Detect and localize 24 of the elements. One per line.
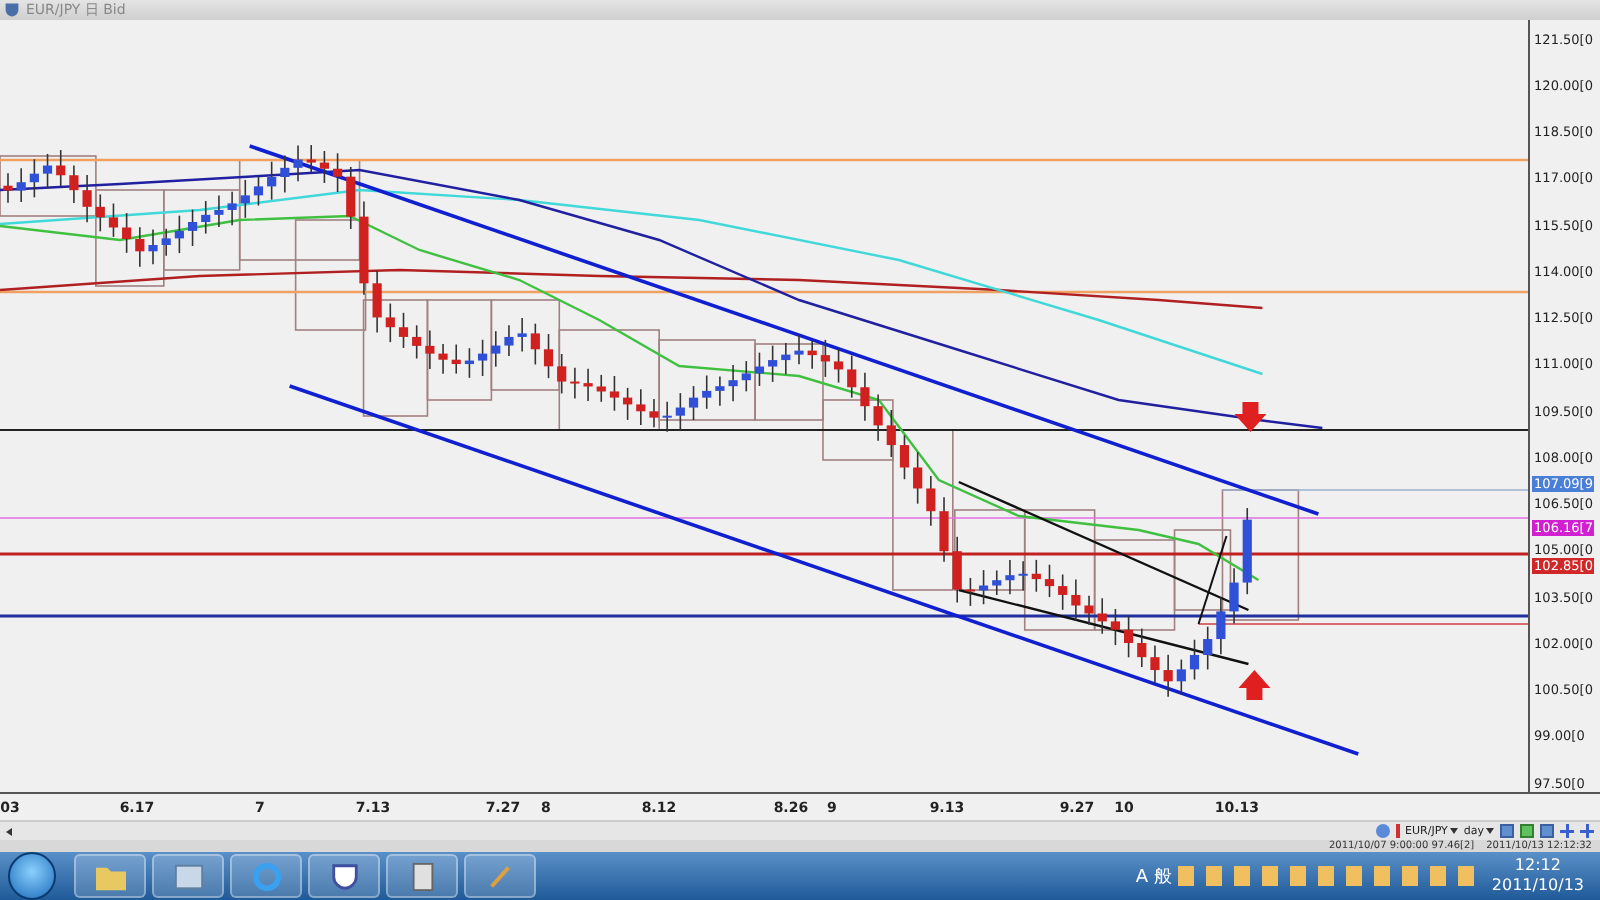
browser-icon (251, 861, 281, 892)
ime-indicator[interactable]: A 般 (1135, 863, 1172, 890)
taskbar-button[interactable] (152, 854, 224, 899)
clock[interactable]: 12:12 2011/10/13 (1483, 856, 1592, 897)
arrow-down-icon (1234, 401, 1267, 432)
clock-date: 2011/10/13 (1491, 876, 1584, 897)
start-button[interactable] (8, 852, 56, 900)
calculator-icon (407, 861, 437, 892)
taskbar-button[interactable] (74, 854, 146, 899)
taskbar-button[interactable] (386, 854, 458, 899)
taskbar-button[interactable] (230, 854, 302, 899)
taskbar-button[interactable] (308, 854, 380, 899)
clock-time: 12:12 (1514, 856, 1561, 877)
shield-icon (329, 861, 359, 892)
caret-icon (1486, 828, 1494, 835)
arrow-up-icon (1238, 669, 1271, 700)
caret-icon (1449, 828, 1458, 835)
window-icon[interactable] (1540, 824, 1554, 839)
window-icon (173, 861, 203, 892)
shield-icon (4, 1, 20, 18)
taskbar-button[interactable] (464, 854, 536, 899)
globe-icon[interactable] (1375, 824, 1390, 839)
tray-icons-drawing[interactable] (1177, 866, 1478, 887)
brush-icon (485, 861, 515, 892)
